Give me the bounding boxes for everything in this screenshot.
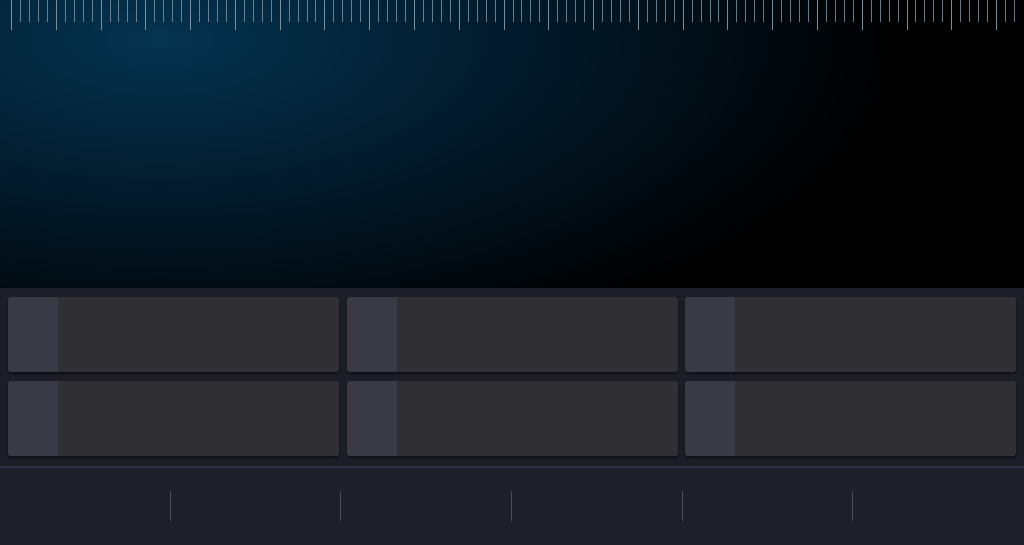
frequency-ruler	[0, 0, 1024, 32]
app-window	[0, 0, 1024, 545]
tile-accent	[8, 297, 58, 372]
tab-divider	[852, 491, 853, 521]
bottom-tab-3[interactable]	[341, 468, 512, 545]
tab-divider	[340, 491, 341, 521]
visualizer-display	[0, 0, 1024, 288]
tile-grid	[0, 288, 1024, 466]
tile-accent	[685, 381, 735, 456]
tab-divider	[682, 491, 683, 521]
tile-3[interactable]	[685, 297, 1016, 372]
bottom-tab-1[interactable]	[0, 468, 171, 545]
tab-divider	[170, 491, 171, 521]
tile-accent	[685, 297, 735, 372]
bottom-tab-4[interactable]	[512, 468, 683, 545]
tile-accent	[347, 381, 397, 456]
tile-accent	[8, 381, 58, 456]
tile-1[interactable]	[8, 297, 339, 372]
bottom-tab-6[interactable]	[853, 468, 1024, 545]
tile-2[interactable]	[347, 297, 678, 372]
tile-6[interactable]	[685, 381, 1016, 456]
tab-divider	[511, 491, 512, 521]
tile-5[interactable]	[347, 381, 678, 456]
tile-accent	[347, 297, 397, 372]
bottom-tab-bar	[0, 466, 1024, 545]
ruler-ticks	[11, 0, 1015, 30]
bottom-tab-2[interactable]	[171, 468, 341, 545]
tile-4[interactable]	[8, 381, 339, 456]
bottom-tab-5[interactable]	[683, 468, 853, 545]
